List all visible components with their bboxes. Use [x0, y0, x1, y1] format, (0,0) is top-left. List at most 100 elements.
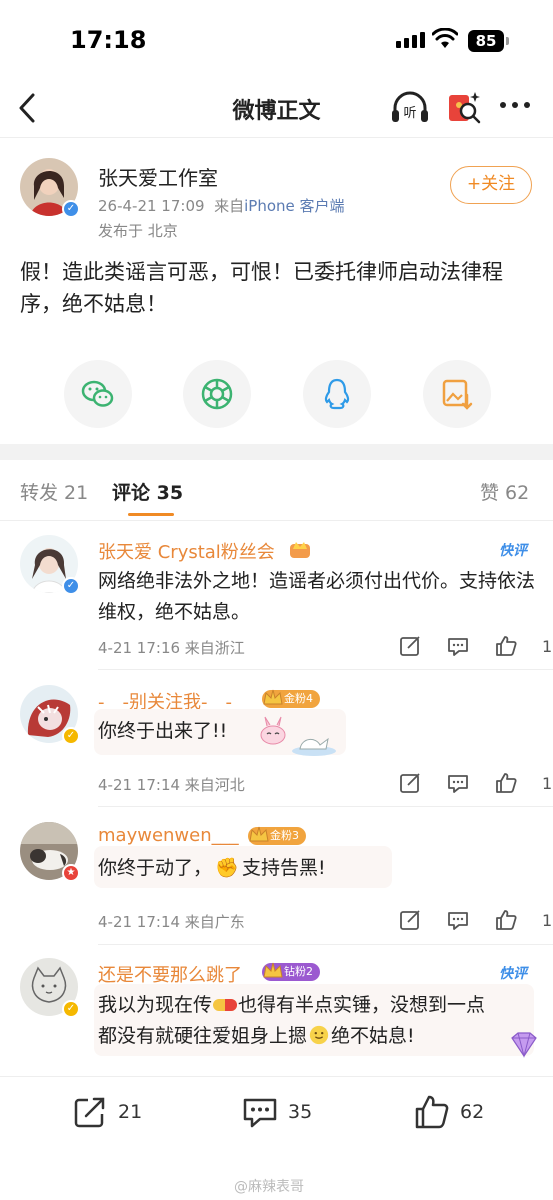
- tab-repost[interactable]: 转发 21: [20, 478, 88, 505]
- tab-likes[interactable]: 赞 62: [480, 478, 529, 505]
- comment-text-part: 支持告黑!: [242, 857, 326, 879]
- post-location: 发布于 北京: [98, 222, 178, 240]
- fan-level-badge: 金粉3: [248, 826, 306, 845]
- divider: [98, 806, 553, 807]
- comment-actions: 1: [398, 771, 552, 795]
- like-button[interactable]: 62: [414, 1094, 484, 1130]
- comment-icon[interactable]: [446, 634, 470, 658]
- repost-button[interactable]: 21: [72, 1094, 142, 1130]
- status-time: 17:18: [70, 26, 147, 54]
- share-qq-button[interactable]: [303, 360, 371, 428]
- divider: [98, 944, 553, 945]
- reply-edit-icon[interactable]: [398, 908, 422, 932]
- like-count: 1: [542, 910, 553, 930]
- red-packet-icon[interactable]: [446, 89, 482, 127]
- fist-emoji-icon: ✊: [215, 857, 239, 879]
- follow-button[interactable]: +关注: [450, 166, 532, 204]
- divider: [0, 137, 553, 138]
- bunny-sticker-icon: [260, 716, 286, 745]
- reply-edit-icon[interactable]: [398, 771, 422, 795]
- save-image-button[interactable]: [423, 360, 491, 428]
- fan-club-badge-icon: [290, 542, 310, 558]
- comment-meta: 4-21 17:16 来自浙江: [98, 639, 245, 657]
- commenter-name[interactable]: 张天爱 Crystal粉丝会: [98, 538, 275, 564]
- verified-icon: ✓: [62, 200, 80, 218]
- smile-emoji-icon: [309, 1025, 329, 1045]
- comment-meta: 4-21 17:14 来自广东: [98, 913, 245, 931]
- tab-comments[interactable]: 评论 35: [112, 478, 183, 505]
- post-source-prefix: 来自: [214, 197, 245, 215]
- comment-meta: 4-21 17:14 来自河北: [98, 776, 245, 794]
- fan-level-label: 钻粉2: [284, 965, 313, 978]
- verified-icon: ✓: [62, 1000, 80, 1018]
- quick-comment-tag: 快评: [499, 543, 527, 559]
- commenter-name[interactable]: maywenwen___: [98, 825, 239, 846]
- fan-level-label: 金粉4: [284, 692, 313, 705]
- signal-icon: [396, 32, 425, 48]
- fan-level-badge: 金粉4: [262, 689, 320, 708]
- like-icon[interactable]: [494, 771, 518, 795]
- more-icon[interactable]: [500, 102, 530, 108]
- qq-icon: [324, 378, 350, 410]
- image-download-icon: [442, 379, 473, 410]
- moments-icon: [201, 378, 233, 410]
- comment-text-part: 绝不姑息!: [331, 1025, 415, 1047]
- comment-text-part: 也得有半点实锤，没想到一点: [238, 994, 486, 1016]
- comment-text-part: 你终于动了，: [98, 857, 213, 879]
- share-row: [0, 360, 553, 430]
- comment-button[interactable]: 35: [242, 1094, 312, 1130]
- listen-icon[interactable]: 听: [390, 90, 430, 126]
- repost-count: 21: [118, 1101, 143, 1123]
- comment-actions: 1: [398, 634, 552, 658]
- post-time: 26-4-21 17:09: [98, 197, 205, 215]
- crown-icon: [263, 962, 283, 978]
- active-tab-indicator: [128, 513, 174, 516]
- nav-bar: 微博正文 听: [0, 80, 553, 136]
- comment-icon[interactable]: [446, 771, 470, 795]
- comment-count: 35: [288, 1101, 313, 1123]
- verified-icon: ✓: [62, 577, 80, 595]
- diamond-badge-icon: [511, 1032, 537, 1058]
- comment-text: 你终于动了， ✊ 支持告黑!: [98, 853, 538, 884]
- wechat-icon: [81, 380, 114, 407]
- like-count: 62: [460, 1101, 485, 1123]
- post-source[interactable]: iPhone 客户端: [244, 197, 344, 215]
- fan-level-badge: 钻粉2: [262, 962, 320, 981]
- comment-text: 我以为现在传 也得有半点实锤，没想到一点 都没有就硬往爱姐身上摁 绝不姑息!: [98, 990, 538, 1052]
- pill-emoji-icon: [213, 999, 238, 1011]
- divider: [98, 669, 553, 670]
- puddle-sticker-icon: [292, 737, 336, 756]
- svg-text:听: 听: [403, 106, 416, 121]
- like-count: 1: [542, 636, 553, 656]
- status-bar: 17:18 85: [0, 0, 553, 80]
- comment-text-part: 我以为现在传: [98, 994, 213, 1016]
- divider: [0, 520, 553, 521]
- like-icon[interactable]: [494, 634, 518, 658]
- like-icon: [415, 1095, 449, 1129]
- post-meta: 26-4-21 17:09 来自iPhone 客户端: [98, 195, 345, 216]
- section-gap: [0, 444, 553, 460]
- back-icon[interactable]: [16, 92, 38, 124]
- comment-text: 网络绝非法外之地！造谣者必须付出代价。支持依法维权，绝不姑息。: [98, 570, 536, 623]
- like-icon[interactable]: [494, 908, 518, 932]
- divider: [0, 1076, 553, 1077]
- share-icon: [74, 1097, 105, 1128]
- watermark: @麻辣表哥: [234, 1179, 304, 1195]
- share-wechat-button[interactable]: [64, 360, 132, 428]
- comment-text-part: 都没有就硬往爱姐身上摁: [98, 1025, 308, 1047]
- quick-comment-tag: 快评: [499, 966, 527, 982]
- crown-icon: [263, 689, 283, 705]
- fan-level-label: 金粉3: [270, 829, 299, 842]
- share-moments-button[interactable]: [183, 360, 251, 428]
- post-text: 假！造此类谣言可恶，可恨！已委托律师启动法律程序，绝不姑息！: [20, 260, 503, 316]
- comment-actions: 1: [398, 908, 552, 932]
- battery-indicator: 85: [468, 30, 509, 52]
- fan-status-icon: ★: [62, 864, 80, 882]
- reply-edit-icon[interactable]: [398, 634, 422, 658]
- comment-icon: [243, 1098, 277, 1128]
- comment-icon[interactable]: [446, 908, 470, 932]
- wifi-icon: [432, 28, 458, 48]
- crown-icon: [249, 826, 269, 842]
- post-author-name[interactable]: 张天爱工作室: [98, 162, 218, 191]
- like-count: 1: [542, 773, 553, 793]
